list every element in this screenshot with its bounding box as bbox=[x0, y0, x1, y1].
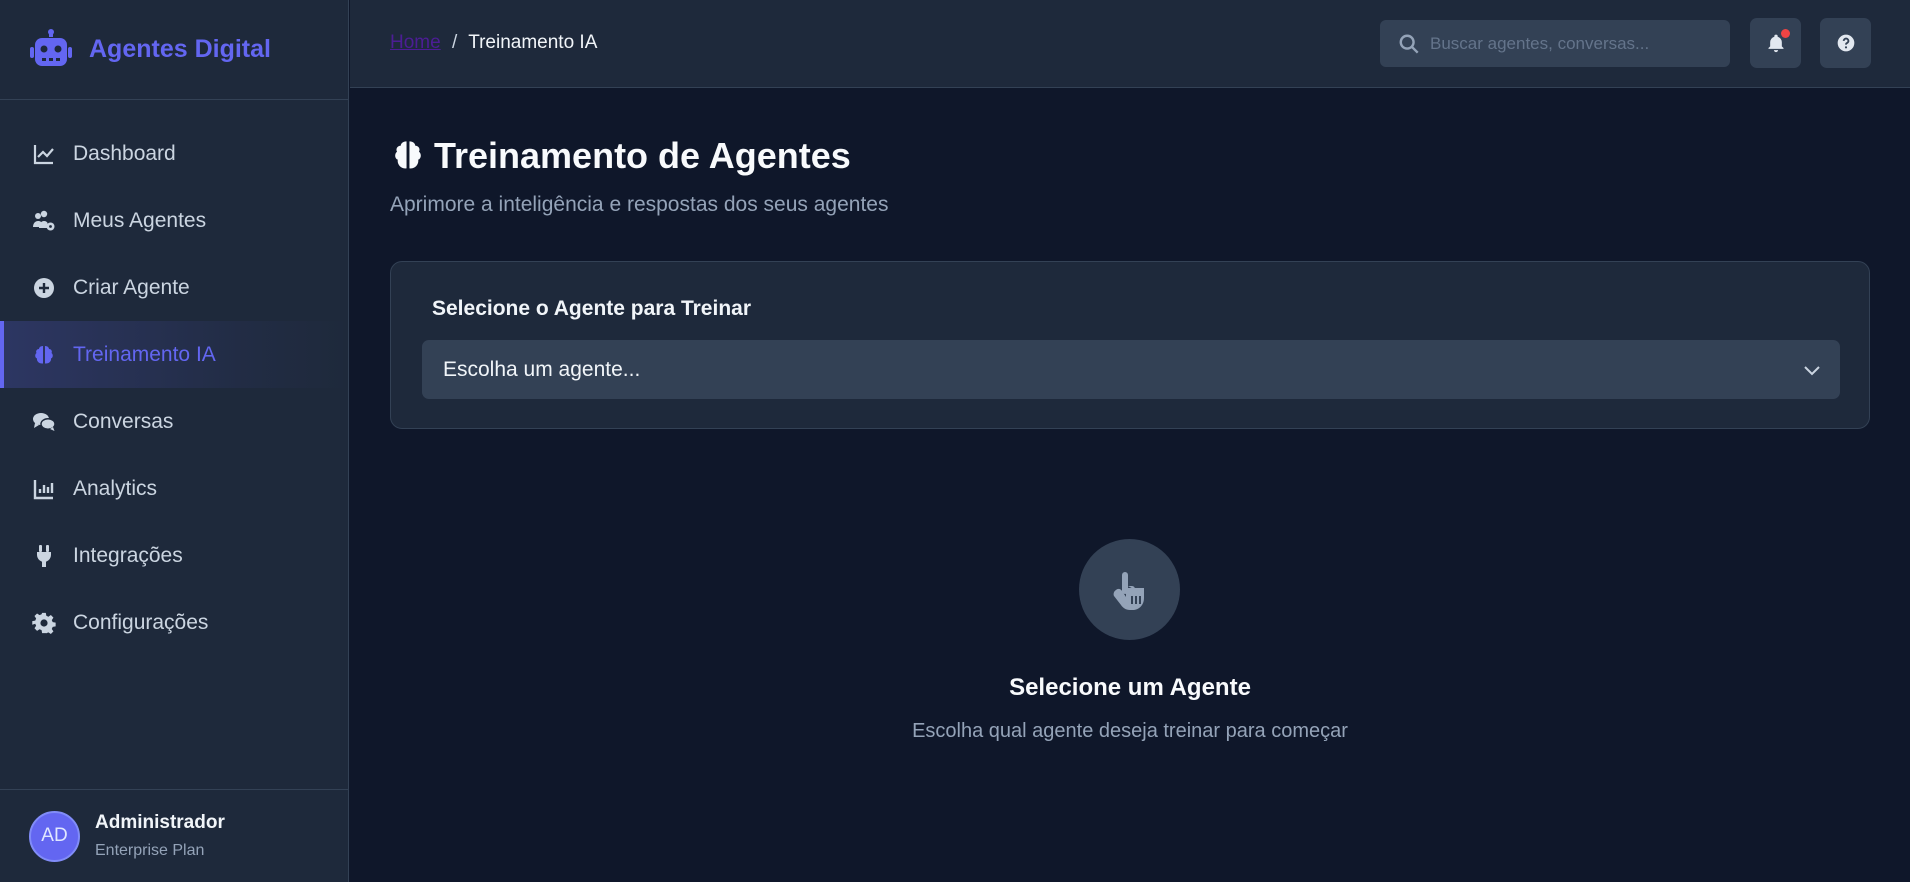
search-box[interactable] bbox=[1380, 20, 1730, 67]
sidebar-nav: Dashboard Meus Agentes Criar Agente Trei… bbox=[0, 100, 348, 656]
page-subtitle: Aprimore a inteligência e respostas dos … bbox=[390, 193, 889, 216]
users-cog-icon bbox=[31, 208, 57, 234]
agent-selector-card: Selecione o Agente para Treinar Escolha … bbox=[390, 261, 1870, 429]
robot-icon bbox=[30, 28, 72, 66]
user-plan: Enterprise Plan bbox=[95, 842, 205, 859]
notification-dot bbox=[1781, 29, 1790, 38]
plug-icon bbox=[31, 543, 57, 569]
hand-pointer-icon bbox=[1113, 571, 1144, 610]
sidebar-item-configuracoes[interactable]: Configurações bbox=[0, 589, 348, 656]
sidebar-item-label: Dashboard bbox=[73, 141, 176, 165]
sidebar-item-treinamento-ia[interactable]: Treinamento IA bbox=[0, 321, 348, 388]
breadcrumb-separator: / bbox=[451, 32, 458, 53]
user-profile[interactable]: AD Administrador Enterprise Plan bbox=[0, 789, 348, 882]
page-header: Treinamento de Agentes bbox=[390, 135, 851, 177]
sidebar-item-analytics[interactable]: Analytics bbox=[0, 455, 348, 522]
sidebar-item-label: Criar Agente bbox=[73, 275, 190, 299]
brand-name: Agentes Digital bbox=[89, 35, 271, 63]
brain-icon bbox=[31, 342, 57, 368]
notifications-button[interactable] bbox=[1750, 18, 1801, 68]
empty-state-icon bbox=[1079, 539, 1180, 640]
agent-select-value: Escolha um agente... bbox=[443, 357, 641, 381]
page-title: Treinamento de Agentes bbox=[434, 135, 851, 176]
user-info: Administrador Enterprise Plan bbox=[95, 812, 225, 860]
sidebar-item-meus-agentes[interactable]: Meus Agentes bbox=[0, 187, 348, 254]
sidebar-item-integracoes[interactable]: Integrações bbox=[0, 522, 348, 589]
brand[interactable]: Agentes Digital bbox=[0, 0, 348, 100]
plus-circle-icon bbox=[31, 275, 57, 301]
agent-select[interactable]: Escolha um agente... bbox=[422, 340, 1840, 399]
sidebar-item-label: Integrações bbox=[73, 543, 183, 567]
sidebar-item-label: Configurações bbox=[73, 610, 209, 634]
sidebar-item-label: Meus Agentes bbox=[73, 208, 207, 232]
question-circle-icon bbox=[1837, 34, 1854, 52]
sidebar-item-conversas[interactable]: Conversas bbox=[0, 388, 348, 455]
sidebar-item-label: Conversas bbox=[73, 409, 174, 433]
top-header: Home / Treinamento IA bbox=[350, 0, 1910, 88]
user-name: Administrador bbox=[95, 812, 225, 833]
breadcrumb-home-link[interactable]: Home bbox=[390, 32, 441, 53]
sidebar-item-criar-agente[interactable]: Criar Agente bbox=[0, 254, 348, 321]
breadcrumb: Home / Treinamento IA bbox=[390, 32, 597, 54]
chart-line-icon bbox=[31, 141, 57, 167]
comments-icon bbox=[31, 409, 57, 435]
sidebar-item-dashboard[interactable]: Dashboard bbox=[0, 120, 348, 187]
search-icon bbox=[1399, 34, 1419, 54]
gear-icon bbox=[31, 610, 57, 636]
search-input[interactable] bbox=[1430, 33, 1720, 54]
chevron-down-icon bbox=[1804, 366, 1820, 376]
avatar: AD bbox=[29, 810, 80, 862]
empty-state-title: Selecione um Agente bbox=[1009, 674, 1251, 701]
help-button[interactable] bbox=[1820, 18, 1871, 68]
sidebar-item-label: Analytics bbox=[73, 476, 158, 500]
sidebar-item-label: Treinamento IA bbox=[73, 342, 216, 366]
empty-state-text: Escolha qual agente deseja treinar para … bbox=[912, 720, 1348, 742]
agent-select-label: Selecione o Agente para Treinar bbox=[432, 297, 751, 320]
sidebar: Agentes Digital Dashboard Meus Agentes C… bbox=[0, 0, 349, 882]
breadcrumb-current: Treinamento IA bbox=[468, 32, 598, 53]
chart-bar-icon bbox=[31, 476, 57, 502]
brain-icon bbox=[395, 141, 421, 169]
